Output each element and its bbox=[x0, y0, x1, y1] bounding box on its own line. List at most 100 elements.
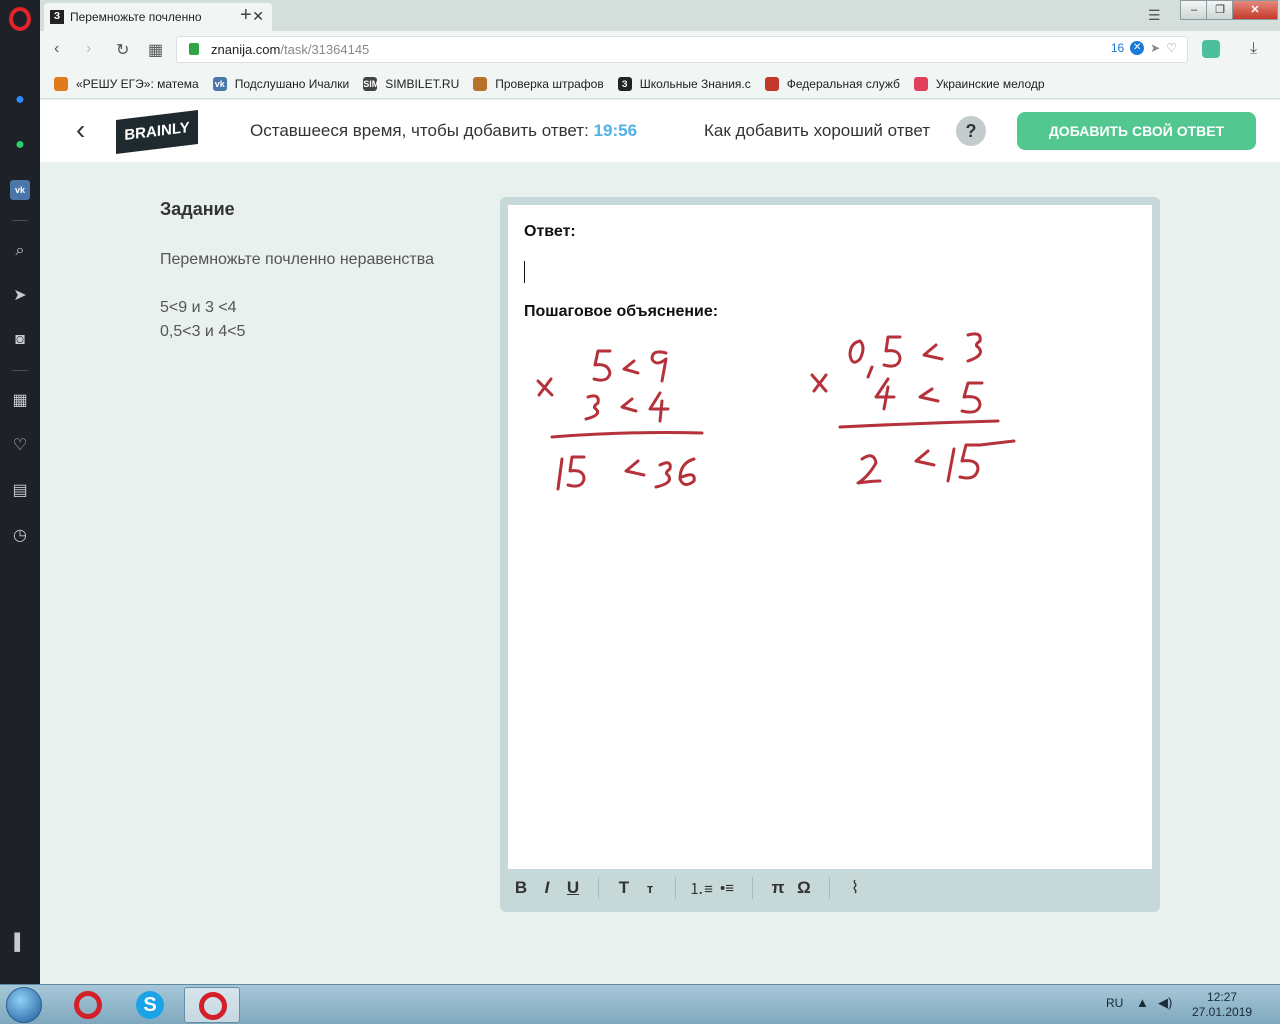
whatsapp-icon[interactable]: ● bbox=[10, 135, 30, 155]
opera-logo-icon[interactable] bbox=[9, 7, 31, 31]
omega-icon[interactable]: Ω bbox=[791, 878, 817, 898]
skype-icon: S bbox=[136, 991, 164, 1019]
add-answer-button[interactable]: ДОБАВИТЬ СВОЙ ОТВЕТ bbox=[1017, 112, 1256, 150]
bookmark-item[interactable]: З Школьные Знания.c bbox=[617, 76, 751, 91]
url-actions: 16 ✕ ➤ ♡ bbox=[1111, 41, 1177, 55]
apps-grid-icon[interactable]: ▦ bbox=[10, 391, 30, 411]
download-icon[interactable]: ⤓ bbox=[1250, 40, 1257, 58]
bookmark-label: Школьные Знания.c bbox=[639, 76, 751, 91]
task-line: 5<9 и 3 <4 bbox=[160, 299, 237, 316]
url-field[interactable]: znanija.com/task/31364145 16 ✕ ➤ ♡ bbox=[176, 36, 1188, 63]
bookmark-label: Украинские мелодр bbox=[935, 76, 1045, 91]
back-arrow-icon[interactable]: ‹ bbox=[76, 114, 85, 146]
text-small-icon[interactable]: т bbox=[637, 881, 663, 896]
vpn-icon[interactable] bbox=[1202, 40, 1220, 58]
tray-expand-icon[interactable]: ▲ bbox=[1136, 995, 1149, 1010]
answer-editor: Ответ: Пошаговое объяснение: B I U T т ⒈… bbox=[500, 197, 1160, 912]
search-icon[interactable]: ⌕ bbox=[10, 241, 30, 261]
attachment-icon[interactable]: ⌇ bbox=[842, 878, 868, 898]
volume-icon[interactable]: ◀) bbox=[1158, 995, 1172, 1011]
bookmark-label: SIMBILET.RU bbox=[385, 76, 460, 91]
bookmark-heart-icon[interactable]: ♡ bbox=[1166, 41, 1177, 55]
bookmark-item[interactable]: vk Подслушано Ичалки bbox=[212, 76, 350, 91]
heart-icon[interactable]: ♡ bbox=[10, 436, 30, 456]
windows-taskbar: S RU ▲ ◀) 12:27 27.01.2019 bbox=[0, 984, 1280, 1024]
brainly-logo[interactable]: BRAINLY bbox=[116, 109, 198, 155]
address-bar: ‹ › ↻ ▦ znanija.com/task/31364145 16 ✕ ➤… bbox=[40, 31, 1280, 69]
toolbar-divider bbox=[675, 877, 676, 899]
language-indicator[interactable]: RU bbox=[1106, 996, 1123, 1010]
url-path: /task/31364145 bbox=[280, 42, 370, 57]
answer-label: Ответ: bbox=[524, 223, 576, 240]
taskbar-opera[interactable] bbox=[60, 987, 116, 1023]
bookmark-favicon-icon bbox=[913, 76, 928, 91]
sidebar-toggle-icon[interactable]: ▌ bbox=[10, 933, 30, 953]
forward-icon[interactable]: › bbox=[86, 40, 91, 58]
italic-icon[interactable]: I bbox=[534, 878, 560, 898]
share-icon[interactable]: ➤ bbox=[1150, 41, 1160, 55]
history-icon[interactable]: ◷ bbox=[10, 526, 30, 546]
close-tab-icon[interactable]: ✕ bbox=[252, 8, 264, 25]
close-window-button[interactable]: ✕ bbox=[1232, 0, 1278, 20]
remaining-time-value: 19:56 bbox=[593, 121, 638, 140]
speed-dial-icon[interactable]: ▦ bbox=[148, 40, 163, 60]
toolbar-divider bbox=[829, 877, 830, 899]
camera-icon[interactable]: ◙ bbox=[10, 330, 30, 350]
bookmark-label: Федеральная служб bbox=[786, 76, 900, 91]
bookmark-item[interactable]: Проверка штрафов bbox=[473, 76, 604, 91]
new-tab-button[interactable]: + bbox=[240, 4, 252, 27]
adblock-count: 16 bbox=[1110, 41, 1125, 55]
lock-icon bbox=[189, 43, 199, 55]
opera-icon bbox=[199, 992, 227, 1020]
send-icon[interactable]: ➤ bbox=[10, 286, 30, 306]
opera-icon bbox=[74, 991, 102, 1019]
task-body: Перемножьте почленно неравенства 5<9 и 3… bbox=[160, 248, 434, 344]
help-icon[interactable]: ? bbox=[956, 116, 986, 146]
howto-link[interactable]: Как добавить хороший ответ bbox=[704, 121, 930, 141]
back-icon[interactable]: ‹ bbox=[54, 40, 59, 58]
task-line: Перемножьте почленно неравенства bbox=[160, 251, 434, 268]
clock[interactable]: 12:27 27.01.2019 bbox=[1192, 990, 1252, 1020]
bookmark-favicon-icon bbox=[764, 76, 779, 91]
url-host: znanija.com bbox=[211, 42, 281, 57]
bookmark-item[interactable]: Федеральная служб bbox=[764, 76, 900, 91]
remaining-time-label: Оставшееся время, чтобы добавить ответ: bbox=[250, 121, 589, 140]
toolbar-divider bbox=[752, 877, 753, 899]
browser-tab[interactable]: З Перемножьте почленно ✕ bbox=[44, 3, 272, 31]
remaining-time: Оставшееся время, чтобы добавить ответ: … bbox=[250, 121, 637, 141]
underline-icon[interactable]: U bbox=[560, 878, 586, 898]
bookmark-item[interactable]: Украинские мелодр bbox=[913, 76, 1045, 91]
maximize-button[interactable]: ❐ bbox=[1206, 0, 1234, 20]
bookmark-item[interactable]: SIM SIMBILET.RU bbox=[363, 76, 460, 91]
start-button[interactable] bbox=[6, 987, 42, 1023]
brainly-header: ‹ BRAINLY Оставшееся время, чтобы добави… bbox=[40, 100, 1280, 162]
taskbar-opera-active[interactable] bbox=[184, 987, 240, 1023]
ordered-list-icon[interactable]: ⒈≡ bbox=[688, 878, 714, 899]
znanija-favicon-icon: З bbox=[50, 10, 64, 24]
bookmark-label: Подслушано Ичалки bbox=[234, 76, 350, 91]
news-icon[interactable]: ▤ bbox=[10, 481, 30, 501]
minimize-button[interactable]: – bbox=[1180, 0, 1208, 20]
bookmark-item[interactable]: «РЕШУ ЕГЭ»: матема bbox=[54, 76, 199, 91]
tab-menu-icon[interactable]: ☰ bbox=[1148, 7, 1161, 24]
vk-icon[interactable]: vk bbox=[10, 180, 30, 200]
clock-time: 12:27 bbox=[1207, 990, 1238, 1004]
bullet-list-icon[interactable]: •≡ bbox=[714, 880, 740, 897]
sidebar-divider bbox=[12, 370, 28, 371]
adblock-icon[interactable]: ✕ bbox=[1130, 41, 1145, 55]
pi-icon[interactable]: π bbox=[765, 878, 791, 898]
editor-toolbar: B I U T т ⒈≡ •≡ π Ω ⌇ bbox=[508, 873, 1152, 903]
bookmarks-bar: «РЕШУ ЕГЭ»: матема vk Подслушано Ичалки SIM… bbox=[40, 69, 1280, 99]
messenger-icon[interactable]: ● bbox=[10, 90, 30, 110]
taskbar-skype[interactable]: S bbox=[122, 987, 178, 1023]
toolbar-divider bbox=[598, 877, 599, 899]
text-large-icon[interactable]: T bbox=[611, 878, 637, 898]
bookmark-label: Проверка штрафов bbox=[495, 76, 604, 91]
clock-date: 27.01.2019 bbox=[1192, 1005, 1253, 1019]
reload-icon[interactable]: ↻ bbox=[116, 40, 129, 60]
task-title: Задание bbox=[160, 199, 235, 219]
bookmark-favicon-icon bbox=[473, 76, 488, 91]
bookmark-favicon-icon bbox=[54, 76, 68, 91]
editor-content[interactable]: Ответ: Пошаговое объяснение: bbox=[508, 205, 1152, 869]
bold-icon[interactable]: B bbox=[508, 878, 534, 898]
